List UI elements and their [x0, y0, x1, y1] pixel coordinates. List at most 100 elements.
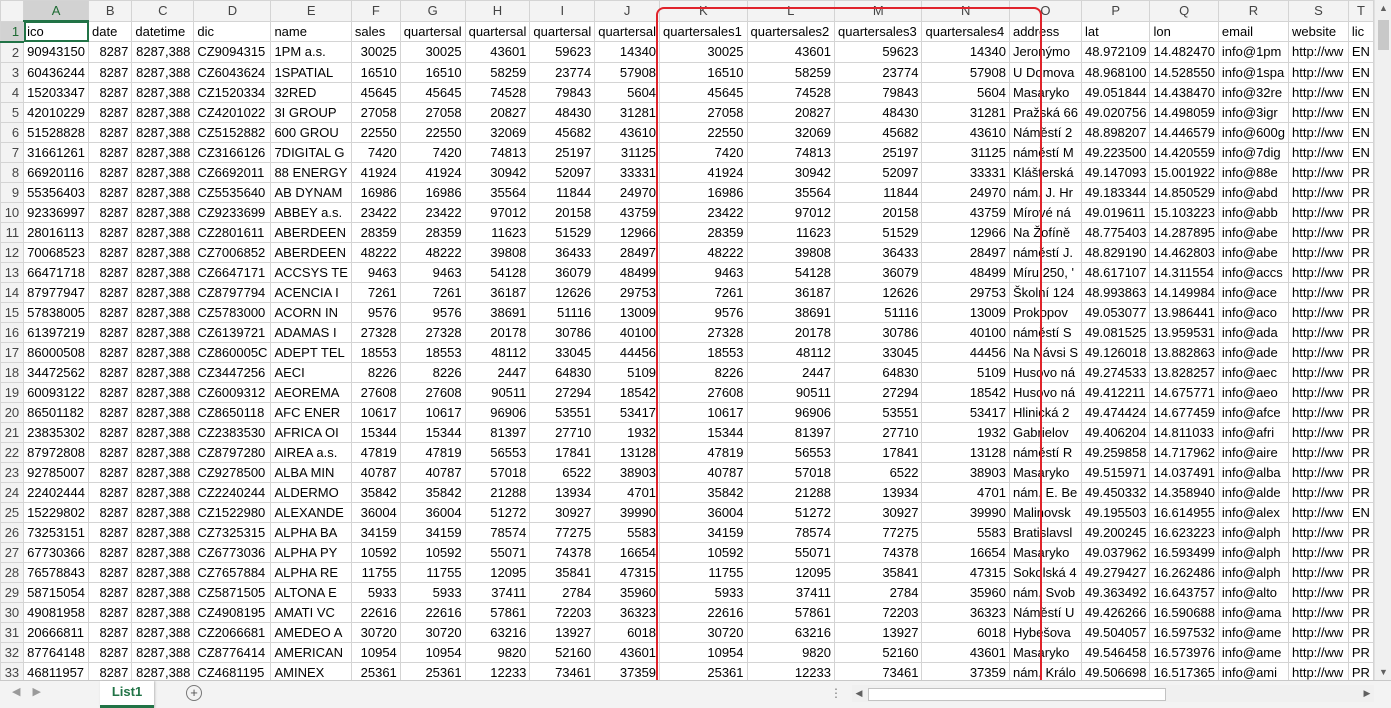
cell[interactable]: 8287	[87, 141, 133, 163]
cell[interactable]: 47819	[659, 441, 748, 463]
cell[interactable]: info@7dig	[1217, 141, 1290, 163]
cell[interactable]: 7420	[659, 141, 748, 163]
cell[interactable]: info@aco	[1217, 301, 1290, 323]
cell[interactable]: PR	[1347, 401, 1374, 423]
cell[interactable]: 16.262486	[1149, 561, 1219, 583]
cell[interactable]: 73253151	[23, 521, 89, 543]
cell[interactable]: 34472562	[23, 361, 89, 383]
row-header[interactable]: 24	[0, 481, 25, 503]
cell[interactable]: 44456	[594, 341, 661, 363]
cell[interactable]: 9463	[350, 261, 401, 283]
cell[interactable]: 14.438470	[1149, 81, 1219, 103]
cell[interactable]: 22550	[659, 121, 748, 143]
cell[interactable]: 22616	[350, 601, 401, 623]
cell[interactable]: CZ8797280	[193, 441, 272, 463]
cell[interactable]: EN	[1347, 501, 1374, 523]
cell[interactable]: 5583	[921, 521, 1010, 543]
header-cell[interactable]: lon	[1149, 20, 1219, 42]
row-header[interactable]: 30	[0, 601, 25, 623]
cell[interactable]: 23422	[350, 201, 401, 223]
cell[interactable]: 36323	[921, 601, 1010, 623]
cell[interactable]: 58259	[464, 61, 531, 83]
row-header[interactable]: 31	[0, 621, 25, 643]
cell[interactable]: 48.972109	[1081, 41, 1151, 63]
cell[interactable]: 86501182	[23, 401, 89, 423]
sheet-table[interactable]: ABCDEFGHIJKLMNOPQRST 1 ico date datetime dic…	[0, 0, 1374, 680]
cell[interactable]: CZ6773036	[193, 541, 272, 563]
cell[interactable]: 1SPATIAL	[270, 61, 352, 83]
cell[interactable]: 14.287895	[1149, 221, 1219, 243]
cell[interactable]: ALTONA E	[270, 581, 352, 603]
cell[interactable]: Mírové ná	[1008, 201, 1083, 223]
cell[interactable]: 74378	[529, 541, 596, 563]
cell[interactable]: 8287,388	[131, 41, 195, 63]
cell[interactable]: PR	[1347, 181, 1374, 203]
cell[interactable]: 27328	[659, 321, 748, 343]
cell[interactable]: 43759	[921, 201, 1010, 223]
cell[interactable]: Malinovsk	[1008, 501, 1083, 523]
cell[interactable]: 18542	[594, 381, 661, 403]
cell[interactable]: 27710	[529, 421, 596, 443]
cell[interactable]: Sokolská 4	[1008, 561, 1083, 583]
cell[interactable]: náměstí M	[1008, 141, 1083, 163]
cell[interactable]: info@afce	[1217, 401, 1290, 423]
cell[interactable]: 8287	[87, 421, 133, 443]
cell[interactable]: 10592	[350, 541, 401, 563]
cell[interactable]: 14.675771	[1149, 381, 1219, 403]
cell[interactable]: 22616	[659, 601, 748, 623]
cell[interactable]: PR	[1347, 421, 1374, 443]
cell[interactable]: 49.504057	[1081, 621, 1151, 643]
row-header[interactable]: 14	[0, 281, 25, 303]
cell[interactable]: 79843	[529, 81, 596, 103]
cell[interactable]: 8287,388	[131, 521, 195, 543]
cell[interactable]: 9576	[399, 301, 466, 323]
cell[interactable]: 8287	[87, 341, 133, 363]
cell[interactable]: info@ami	[1217, 661, 1290, 680]
cell[interactable]: 48222	[659, 241, 748, 263]
cell[interactable]: 51116	[833, 301, 923, 323]
column-header-d[interactable]: D	[193, 0, 272, 22]
column-header-e[interactable]: E	[270, 0, 352, 22]
cell[interactable]: 20827	[746, 101, 836, 123]
scroll-up-icon[interactable]: ▲	[1375, 0, 1391, 16]
cell[interactable]: 9576	[350, 301, 401, 323]
cell[interactable]: 43601	[464, 41, 531, 63]
cell[interactable]: 40787	[350, 461, 401, 483]
cell[interactable]: 30720	[399, 621, 466, 643]
column-header-h[interactable]: H	[464, 0, 531, 22]
cell[interactable]: 7261	[399, 281, 466, 303]
cell[interactable]: CZ3447256	[193, 361, 272, 383]
cell[interactable]: Masaryko	[1008, 541, 1083, 563]
cell[interactable]: 56553	[464, 441, 531, 463]
cell[interactable]: 2784	[833, 581, 923, 603]
cell[interactable]: info@aec	[1217, 361, 1290, 383]
cell[interactable]: 18553	[659, 341, 748, 363]
cell[interactable]: 33331	[921, 161, 1010, 183]
cell[interactable]: 12095	[464, 561, 531, 583]
cell[interactable]: info@ace	[1217, 281, 1290, 303]
cell[interactable]: 43610	[594, 121, 661, 143]
cell[interactable]: info@ame	[1217, 621, 1290, 643]
cell[interactable]: 16.517365	[1149, 661, 1219, 680]
cell[interactable]: 37411	[746, 581, 836, 603]
cell[interactable]: 46811957	[23, 661, 89, 680]
cell[interactable]: 12966	[921, 221, 1010, 243]
cell[interactable]: 54128	[746, 261, 836, 283]
cell[interactable]: ALPHA RE	[270, 561, 352, 583]
cell[interactable]: 1932	[921, 421, 1010, 443]
cell[interactable]: 8287,388	[131, 121, 195, 143]
cell[interactable]: 37359	[921, 661, 1010, 680]
row-header[interactable]: 8	[0, 161, 25, 183]
vertical-scroll-thumb[interactable]	[1378, 20, 1389, 50]
row-header[interactable]: 16	[0, 321, 25, 343]
cell[interactable]: 48.617107	[1081, 261, 1151, 283]
cell[interactable]: AIREA a.s.	[270, 441, 352, 463]
cell[interactable]: 8287	[87, 521, 133, 543]
cell[interactable]: 8287,388	[131, 641, 195, 663]
cell[interactable]: 36004	[399, 501, 466, 523]
cell[interactable]: EN	[1347, 101, 1374, 123]
cell[interactable]: 45682	[833, 121, 923, 143]
cell[interactable]: 29753	[921, 281, 1010, 303]
cell[interactable]: 12233	[464, 661, 531, 680]
cell[interactable]: 10954	[659, 641, 748, 663]
